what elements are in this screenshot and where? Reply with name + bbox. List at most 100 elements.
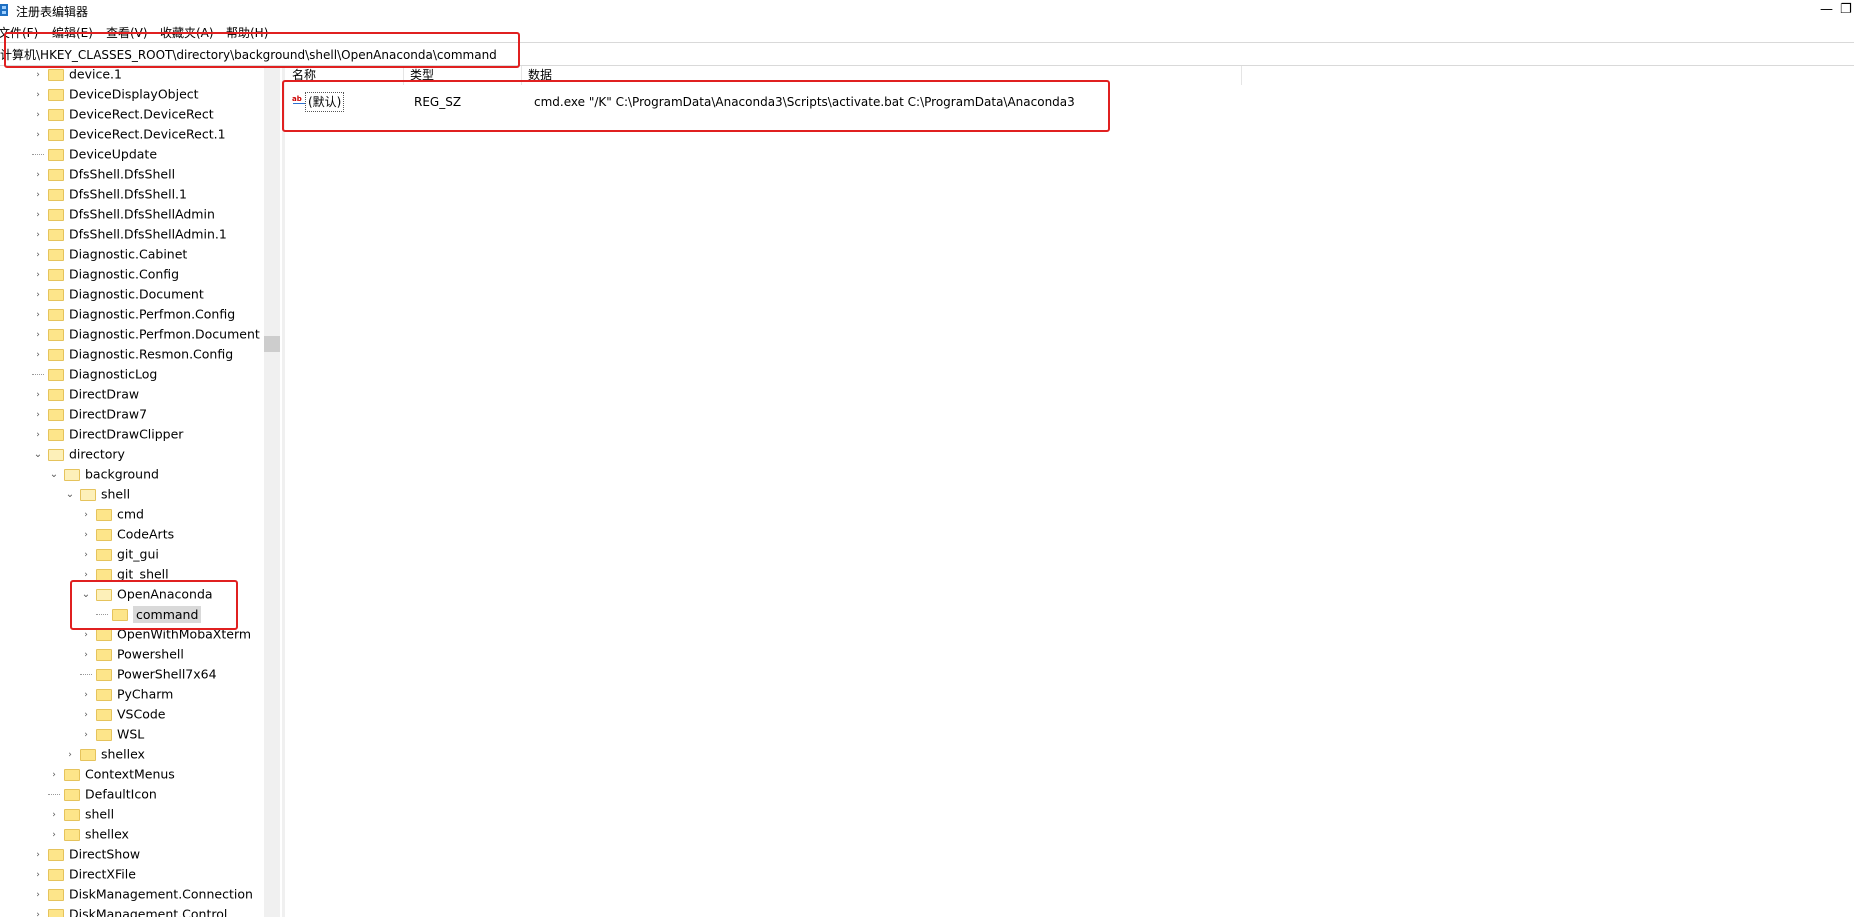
chevron-right-icon[interactable]: › — [32, 405, 44, 425]
chevron-down-icon[interactable]: ⌄ — [32, 445, 44, 465]
tree-item[interactable]: › CodeArts — [80, 524, 174, 544]
minimize-button[interactable]: — — [1820, 2, 1833, 17]
tree-item[interactable]: › DirectDrawClipper — [32, 424, 183, 444]
tree-item[interactable]: › DeviceRect.DeviceRect — [32, 104, 213, 125]
tree-item[interactable]: › Powershell — [80, 644, 184, 664]
tree-item[interactable]: › DfsShell.DfsShellAdmin.1 — [32, 224, 227, 244]
tree-item[interactable]: › DfsShell.DfsShellAdmin — [32, 204, 215, 224]
address-bar[interactable]: 计算机\HKEY_CLASSES_ROOT\directory\backgrou… — [0, 42, 1854, 66]
chevron-right-icon[interactable]: › — [80, 565, 92, 585]
menu-file[interactable]: 文件(F) — [0, 24, 38, 41]
tree-item[interactable]: command — [96, 604, 202, 624]
chevron-right-icon[interactable]: › — [80, 685, 92, 705]
tree-item[interactable]: › DiskManagement.Connection — [32, 884, 253, 904]
chevron-right-icon[interactable]: › — [32, 865, 44, 885]
tree-item[interactable]: PowerShell7x64 — [80, 664, 217, 684]
chevron-right-icon[interactable]: › — [32, 245, 44, 265]
tree-item[interactable]: DiagnosticLog — [32, 364, 157, 384]
tree-item[interactable]: › DirectXFile — [32, 864, 136, 884]
tree-item[interactable]: › device.1 — [32, 66, 122, 84]
value-type[interactable]: REG_SZ — [414, 92, 461, 112]
chevron-down-icon[interactable]: ⌄ — [48, 465, 60, 485]
column-header-type[interactable]: 类型 — [404, 66, 522, 85]
chevron-right-icon[interactable]: › — [32, 885, 44, 905]
tree-item[interactable]: › Diagnostic.Config — [32, 264, 179, 284]
chevron-right-icon[interactable]: › — [80, 525, 92, 545]
menu-edit[interactable]: 编辑(E) — [52, 24, 93, 41]
tree-item[interactable]: DeviceUpdate — [32, 144, 157, 164]
menu-favorites[interactable]: 收藏夹(A) — [160, 24, 214, 41]
chevron-right-icon[interactable]: › — [32, 85, 44, 105]
chevron-right-icon[interactable]: › — [32, 66, 44, 85]
tree-scrollbar[interactable] — [264, 66, 280, 917]
chevron-right-icon[interactable]: › — [32, 265, 44, 285]
chevron-right-icon[interactable]: › — [32, 185, 44, 205]
tree-item[interactable]: › shellex — [48, 824, 129, 844]
chevron-right-icon[interactable]: › — [80, 625, 92, 645]
chevron-right-icon[interactable]: › — [32, 205, 44, 225]
chevron-right-icon[interactable]: › — [32, 165, 44, 185]
tree-item[interactable]: › DeviceRect.DeviceRect.1 — [32, 124, 225, 145]
tree-item[interactable]: › Diagnostic.Document — [32, 284, 204, 304]
tree-item[interactable]: › Diagnostic.Perfmon.Config — [32, 304, 235, 324]
chevron-right-icon[interactable]: › — [32, 105, 44, 125]
column-header-name[interactable]: 名称 — [286, 66, 404, 85]
chevron-right-icon[interactable]: › — [80, 505, 92, 525]
chevron-right-icon[interactable]: › — [32, 905, 44, 917]
tree-item[interactable]: › DirectShow — [32, 844, 140, 864]
tree-item[interactable]: › shell — [48, 804, 114, 824]
address-path[interactable]: 计算机\HKEY_CLASSES_ROOT\directory\backgrou… — [0, 46, 497, 63]
tree-item[interactable]: DefaultIcon — [48, 784, 157, 804]
tree-item[interactable]: › DfsShell.DfsShell.1 — [32, 184, 187, 204]
menu-view[interactable]: 查看(V) — [106, 24, 148, 41]
registry-tree[interactable]: › device.1 › DeviceDisplayObject › DeviceRect… — [0, 66, 280, 917]
tree-item[interactable]: › PyCharm — [80, 684, 173, 704]
tree-scrollbar-thumb[interactable] — [264, 336, 280, 352]
tree-item[interactable]: › shellex — [64, 744, 145, 764]
chevron-right-icon[interactable]: › — [48, 765, 60, 785]
tree-item[interactable]: ⌄ OpenAnaconda — [80, 584, 213, 604]
chevron-down-icon[interactable]: ⌄ — [80, 585, 92, 605]
tree-item[interactable]: › VSCode — [80, 704, 165, 725]
chevron-right-icon[interactable]: › — [32, 225, 44, 245]
value-data[interactable]: cmd.exe "/K" C:\ProgramData\Anaconda3\Sc… — [534, 92, 1075, 112]
chevron-right-icon[interactable]: › — [80, 705, 92, 725]
tree-item[interactable]: › DiskManagement.Control — [32, 904, 227, 917]
tree-item[interactable]: ⌄ shell — [64, 484, 130, 504]
tree-item[interactable]: › git_shell — [80, 564, 168, 585]
pane-splitter[interactable] — [282, 66, 285, 917]
tree-item[interactable]: › Diagnostic.Perfmon.Document — [32, 324, 260, 344]
tree-item[interactable]: › Diagnostic.Resmon.Config — [32, 344, 233, 364]
chevron-down-icon[interactable]: ⌄ — [64, 485, 76, 505]
restore-button[interactable]: ❐ — [1840, 2, 1852, 17]
tree-item[interactable]: ⌄ background — [48, 464, 159, 484]
tree-item[interactable]: › DirectDraw — [32, 384, 139, 404]
chevron-right-icon[interactable]: › — [32, 305, 44, 325]
chevron-right-icon[interactable]: › — [80, 645, 92, 665]
tree-item[interactable]: › WSL — [80, 724, 144, 744]
chevron-right-icon[interactable]: › — [32, 425, 44, 445]
column-header-data[interactable]: 数据 — [522, 66, 1242, 85]
chevron-right-icon[interactable]: › — [32, 345, 44, 365]
chevron-right-icon[interactable]: › — [80, 545, 92, 565]
chevron-right-icon[interactable]: › — [32, 845, 44, 865]
chevron-right-icon[interactable]: › — [32, 285, 44, 305]
tree-item[interactable]: › DfsShell.DfsShell — [32, 164, 175, 184]
tree-item[interactable]: › OpenWithMobaXterm — [80, 624, 251, 644]
chevron-right-icon[interactable]: › — [48, 805, 60, 825]
tree-item[interactable]: ⌄ directory — [32, 444, 125, 464]
tree-item[interactable]: › DeviceDisplayObject — [32, 84, 198, 105]
chevron-right-icon[interactable]: › — [32, 125, 44, 145]
values-list[interactable]: 名称 类型 数据 REG_SZ cmd.exe "/K" C:\ProgramD… — [286, 66, 1854, 917]
tree-item[interactable]: › git_gui — [80, 544, 159, 564]
chevron-right-icon[interactable]: › — [32, 325, 44, 345]
menu-help[interactable]: 帮助(H) — [226, 24, 268, 41]
tree-item[interactable]: › ContextMenus — [48, 764, 175, 784]
chevron-right-icon[interactable]: › — [32, 385, 44, 405]
chevron-right-icon[interactable]: › — [48, 825, 60, 845]
tree-item[interactable]: › cmd — [80, 504, 144, 524]
value-name[interactable]: (默认) — [305, 92, 345, 112]
tree-item[interactable]: › DirectDraw7 — [32, 404, 147, 424]
tree-item[interactable]: › Diagnostic.Cabinet — [32, 244, 187, 264]
chevron-right-icon[interactable]: › — [64, 745, 76, 765]
